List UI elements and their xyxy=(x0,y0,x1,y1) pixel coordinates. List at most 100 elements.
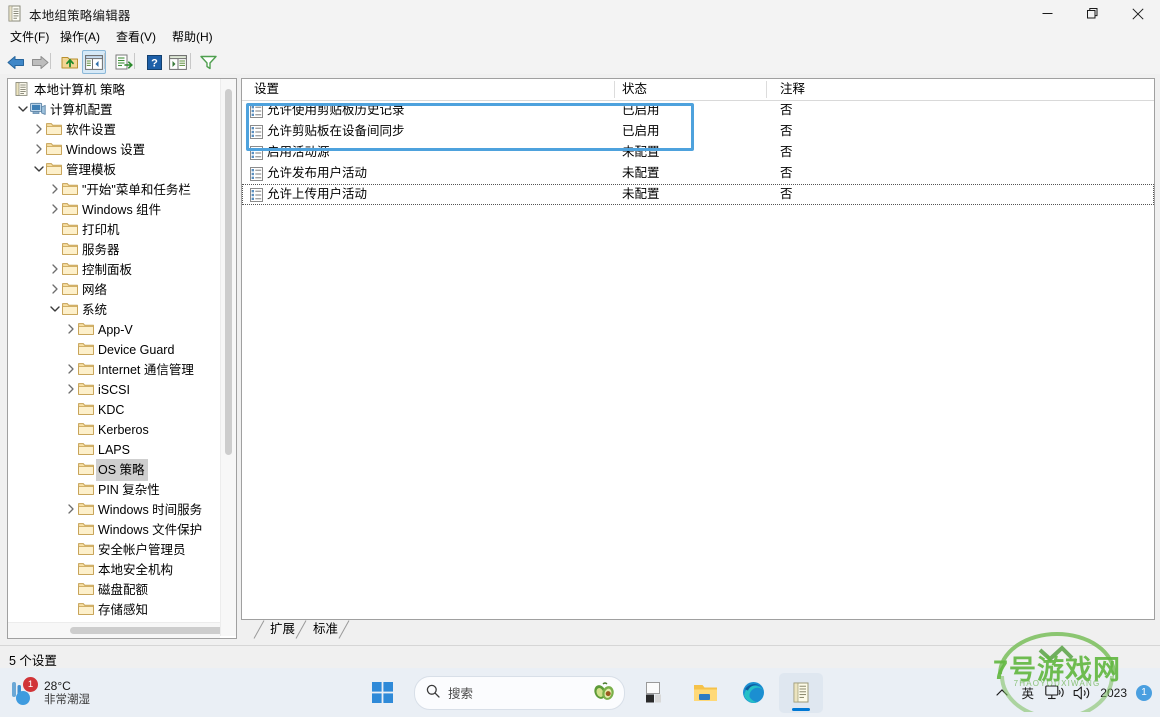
folder-icon xyxy=(46,162,62,176)
tree-item-label: 磁盘配额 xyxy=(98,583,149,597)
chevron-down-icon[interactable] xyxy=(16,99,30,119)
table-row[interactable]: 允许上传用户活动 未配置 否 xyxy=(242,184,1154,205)
export-list-icon[interactable] xyxy=(112,50,136,74)
chevron-right-icon[interactable] xyxy=(64,379,78,399)
properties-icon[interactable] xyxy=(166,50,190,74)
table-row[interactable]: 允许使用剪贴板历史记录 已启用 否 xyxy=(242,100,1154,121)
chevron-up-icon[interactable] xyxy=(993,682,1010,704)
window-controls xyxy=(1025,0,1160,27)
status-bar: 5 个设置 xyxy=(0,645,1160,669)
start-button[interactable] xyxy=(360,673,404,713)
navigation-tree-panel[interactable]: 本地计算机 策略计算机配置软件设置 Windows 设置 管理模板 "开始"菜单和任务… xyxy=(7,78,237,639)
tree-item[interactable]: 管理模板 xyxy=(8,159,220,179)
menu-view[interactable]: 查看(V) xyxy=(110,28,162,46)
tree-item[interactable]: Internet 通信管理 xyxy=(8,359,220,379)
tree-horizontal-scrollbar[interactable] xyxy=(8,622,236,638)
tree-item[interactable]: Kerberos xyxy=(8,419,220,439)
chevron-right-icon[interactable] xyxy=(48,259,62,279)
menu-action[interactable]: 操作(A) xyxy=(54,28,106,46)
chevron-right-icon[interactable] xyxy=(64,359,78,379)
chevron-down-icon[interactable] xyxy=(48,299,62,319)
tree-item[interactable]: Windows 时间服务 xyxy=(8,499,220,519)
tree-item[interactable]: Windows 设置 xyxy=(8,139,220,159)
tree-item-label: 计算机配置 xyxy=(50,103,113,117)
tree-item[interactable]: 控制面板 xyxy=(8,259,220,279)
setting-name: 允许剪贴板在设备间同步 xyxy=(267,124,405,138)
file-explorer-icon[interactable] xyxy=(683,673,727,713)
filter-icon[interactable] xyxy=(196,50,220,74)
tree-item[interactable]: KDC xyxy=(8,399,220,419)
tree-item[interactable]: 软件设置 xyxy=(8,119,220,139)
tree-item[interactable]: Windows 组件 xyxy=(8,199,220,219)
chevron-right-icon[interactable] xyxy=(32,119,46,139)
tree-item-label: Kerberos xyxy=(98,423,149,437)
restore-button[interactable] xyxy=(1070,0,1115,27)
toolbar-separator xyxy=(190,53,191,69)
setting-state: 未配置 xyxy=(622,145,660,159)
clock-year[interactable]: 2023 xyxy=(1100,686,1127,700)
column-header-setting[interactable]: 设置 xyxy=(254,79,279,100)
tree-item[interactable]: Windows 文件保护 xyxy=(8,519,220,539)
minimize-button[interactable] xyxy=(1025,0,1070,27)
tree-item[interactable]: 系统 xyxy=(8,299,220,319)
folder-icon xyxy=(78,362,94,376)
tree-item[interactable]: PIN 复杂性 xyxy=(8,479,220,499)
ime-indicator[interactable]: 英 xyxy=(1019,682,1036,704)
tree-hscroll-thumb[interactable] xyxy=(70,627,236,634)
chevron-right-icon[interactable] xyxy=(48,179,62,199)
network-icon[interactable] xyxy=(1045,682,1064,704)
tree-item[interactable]: 网络 xyxy=(8,279,220,299)
column-header-comment[interactable]: 注释 xyxy=(780,79,805,100)
tree-item[interactable]: 本地计算机 策略 xyxy=(8,79,220,99)
close-button[interactable] xyxy=(1115,0,1160,27)
chevron-right-icon[interactable] xyxy=(32,139,46,159)
menu-file[interactable]: 文件(F) xyxy=(4,28,55,46)
weather-widget[interactable]: 1 28°C 非常潮湿 xyxy=(10,674,160,712)
show-tree-icon[interactable] xyxy=(82,50,106,74)
tree-item[interactable]: 服务器 xyxy=(8,239,220,259)
column-header-state[interactable]: 状态 xyxy=(622,79,647,100)
chevron-right-icon[interactable] xyxy=(64,319,78,339)
edge-browser-icon[interactable] xyxy=(731,673,775,713)
task-view-icon[interactable] xyxy=(635,673,679,713)
column-divider[interactable] xyxy=(614,81,615,98)
table-row[interactable]: 允许发布用户活动 未配置 否 xyxy=(242,163,1154,184)
group-policy-editor-icon[interactable] xyxy=(779,672,823,713)
notification-badge[interactable]: 1 xyxy=(1136,684,1152,701)
work-area: 本地计算机 策略计算机配置软件设置 Windows 设置 管理模板 "开始"菜单和任务… xyxy=(0,74,1160,647)
tree-item[interactable]: 存储感知 xyxy=(8,599,220,619)
tree-vscroll-thumb[interactable] xyxy=(225,89,232,455)
tree-item[interactable]: App-V xyxy=(8,319,220,339)
table-row[interactable]: 允许剪贴板在设备间同步 已启用 否 xyxy=(242,121,1154,142)
tree-item[interactable]: "开始"菜单和任务栏 xyxy=(8,179,220,199)
tree-item[interactable]: 安全帐户管理员 xyxy=(8,539,220,559)
tree-vertical-scrollbar[interactable] xyxy=(220,79,236,636)
back-icon[interactable] xyxy=(4,50,28,74)
chevron-down-icon[interactable] xyxy=(32,159,46,179)
chevron-right-icon[interactable] xyxy=(64,499,78,519)
table-row[interactable]: 启用活动源 未配置 否 xyxy=(242,142,1154,163)
folder-icon xyxy=(62,262,78,276)
up-folder-icon[interactable] xyxy=(58,50,82,74)
tree-item[interactable]: Device Guard xyxy=(8,339,220,359)
tree-item-label: Internet 通信管理 xyxy=(98,363,194,377)
tree-item[interactable]: OS 策略 xyxy=(8,459,220,481)
column-divider[interactable] xyxy=(766,81,767,98)
policy-tree[interactable]: 本地计算机 策略计算机配置软件设置 Windows 设置 管理模板 "开始"菜单和任务… xyxy=(8,79,220,619)
tree-item[interactable]: iSCSI xyxy=(8,379,220,399)
help-icon[interactable]: ? xyxy=(142,50,166,74)
settings-rows[interactable]: 允许使用剪贴板历史记录 已启用否允许剪贴板在设备间同步 已启用否启用活动源 未配置否允… xyxy=(242,100,1154,205)
tree-item[interactable]: 本地安全机构 xyxy=(8,559,220,579)
chevron-right-icon[interactable] xyxy=(48,279,62,299)
tree-item[interactable]: 打印机 xyxy=(8,219,220,239)
volume-icon[interactable] xyxy=(1073,682,1091,704)
chevron-right-icon[interactable] xyxy=(48,199,62,219)
settings-list-panel[interactable]: 设置 状态 注释 允许使用剪贴板历史记录 已启用否允许剪贴板在设备间同步 已启用否启… xyxy=(241,78,1155,620)
forward-icon[interactable] xyxy=(28,50,52,74)
folder-icon xyxy=(78,542,94,556)
search-input[interactable]: 搜索 xyxy=(414,675,625,710)
menu-help[interactable]: 帮助(H) xyxy=(166,28,219,46)
tree-item[interactable]: LAPS xyxy=(8,439,220,459)
tree-item[interactable]: 计算机配置 xyxy=(8,99,220,119)
tree-item[interactable]: 磁盘配额 xyxy=(8,579,220,599)
